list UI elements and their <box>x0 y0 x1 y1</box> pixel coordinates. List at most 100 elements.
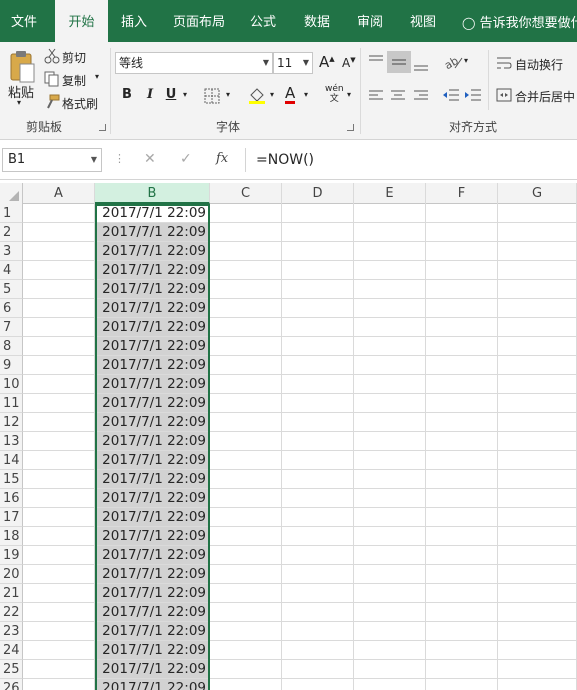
cell[interactable] <box>498 603 577 622</box>
cell[interactable] <box>23 470 95 489</box>
cell[interactable] <box>282 280 354 299</box>
cell[interactable] <box>210 489 282 508</box>
cell[interactable] <box>498 584 577 603</box>
cell[interactable] <box>282 413 354 432</box>
cell[interactable] <box>354 622 426 641</box>
cell[interactable] <box>282 299 354 318</box>
cell[interactable] <box>210 223 282 242</box>
row-header[interactable]: 14 <box>0 451 23 470</box>
cell[interactable] <box>282 223 354 242</box>
row-header[interactable]: 4 <box>0 261 23 280</box>
cell[interactable] <box>210 242 282 261</box>
cell[interactable] <box>498 337 577 356</box>
row-header[interactable]: 16 <box>0 489 23 508</box>
cell[interactable] <box>23 375 95 394</box>
cell[interactable] <box>426 470 498 489</box>
cell[interactable] <box>354 413 426 432</box>
font-size-select[interactable]: 11 ▼ <box>273 52 313 74</box>
cell-b[interactable]: 2017/7/1 22:09 <box>95 356 210 375</box>
row-header[interactable]: 10 <box>0 375 23 394</box>
format-painter-button[interactable]: 格式刷 <box>62 95 98 112</box>
cell[interactable] <box>23 318 95 337</box>
tab-file[interactable]: 文件 <box>0 0 48 42</box>
font-color-dropdown-arrow[interactable]: ▾ <box>304 90 308 99</box>
cell[interactable] <box>354 394 426 413</box>
align-center-icon[interactable] <box>390 89 406 106</box>
cell[interactable] <box>282 375 354 394</box>
cell[interactable] <box>426 565 498 584</box>
cell[interactable] <box>210 565 282 584</box>
cell[interactable] <box>210 413 282 432</box>
cell[interactable] <box>23 280 95 299</box>
cell[interactable] <box>426 527 498 546</box>
borders-icon[interactable] <box>204 88 220 107</box>
cell-b[interactable]: 2017/7/1 22:09 <box>95 299 210 318</box>
cell[interactable] <box>282 432 354 451</box>
tab-home[interactable]: 开始 <box>55 0 108 42</box>
cell[interactable] <box>210 641 282 660</box>
row-header[interactable]: 3 <box>0 242 23 261</box>
cell[interactable] <box>282 546 354 565</box>
cell[interactable] <box>354 375 426 394</box>
tab-page-layout[interactable]: 页面布局 <box>168 0 230 42</box>
wrap-text-button[interactable]: 自动换行 <box>515 56 563 73</box>
cell[interactable] <box>498 527 577 546</box>
column-header[interactable]: G <box>498 183 577 204</box>
align-right-icon[interactable] <box>413 89 429 106</box>
cell[interactable] <box>282 660 354 679</box>
cell[interactable] <box>426 546 498 565</box>
column-header[interactable]: F <box>426 183 498 204</box>
row-header[interactable]: 21 <box>0 584 23 603</box>
cell[interactable] <box>426 451 498 470</box>
more-options-icon[interactable]: ⋮ <box>114 152 125 165</box>
tab-data[interactable]: 数据 <box>296 0 338 42</box>
cell[interactable] <box>498 641 577 660</box>
cell[interactable] <box>23 508 95 527</box>
cell[interactable] <box>426 394 498 413</box>
tab-formulas[interactable]: 公式 <box>240 0 286 42</box>
cell[interactable] <box>354 432 426 451</box>
cell[interactable] <box>210 375 282 394</box>
cell-b[interactable]: 2017/7/1 22:09 <box>95 546 210 565</box>
cell[interactable] <box>354 679 426 690</box>
cell[interactable] <box>23 660 95 679</box>
row-header[interactable]: 13 <box>0 432 23 451</box>
cell[interactable] <box>23 242 95 261</box>
cell[interactable] <box>282 394 354 413</box>
cell[interactable] <box>426 337 498 356</box>
cell[interactable] <box>282 261 354 280</box>
cell-b[interactable]: 2017/7/1 22:09 <box>95 622 210 641</box>
cell[interactable] <box>354 470 426 489</box>
cell[interactable] <box>354 489 426 508</box>
column-header-selected[interactable]: B <box>95 183 210 204</box>
cell[interactable] <box>23 584 95 603</box>
cell[interactable] <box>210 603 282 622</box>
cell-b[interactable]: 2017/7/1 22:09 <box>95 603 210 622</box>
row-header[interactable]: 17 <box>0 508 23 527</box>
cell-b[interactable]: 2017/7/1 22:09 <box>95 261 210 280</box>
row-header[interactable]: 26 <box>0 679 23 690</box>
row-header[interactable]: 5 <box>0 280 23 299</box>
cell[interactable] <box>354 508 426 527</box>
cell[interactable] <box>210 318 282 337</box>
formula-input[interactable]: =NOW() <box>245 148 577 172</box>
cell[interactable] <box>282 565 354 584</box>
cell[interactable] <box>354 641 426 660</box>
cell[interactable] <box>498 451 577 470</box>
cell-b[interactable]: 2017/7/1 22:09 <box>95 565 210 584</box>
cell[interactable] <box>426 299 498 318</box>
increase-indent-icon[interactable] <box>464 88 482 107</box>
cell-b[interactable]: 2017/7/1 22:09 <box>95 337 210 356</box>
cell[interactable] <box>282 622 354 641</box>
cell[interactable] <box>354 337 426 356</box>
cell[interactable] <box>426 204 498 223</box>
row-header[interactable]: 18 <box>0 527 23 546</box>
cell[interactable] <box>426 508 498 527</box>
cell[interactable] <box>282 508 354 527</box>
cell[interactable] <box>282 603 354 622</box>
cell[interactable] <box>282 470 354 489</box>
cell[interactable] <box>210 546 282 565</box>
increase-font-size-icon[interactable]: A▲ <box>319 53 335 71</box>
row-header[interactable]: 22 <box>0 603 23 622</box>
row-header[interactable]: 19 <box>0 546 23 565</box>
